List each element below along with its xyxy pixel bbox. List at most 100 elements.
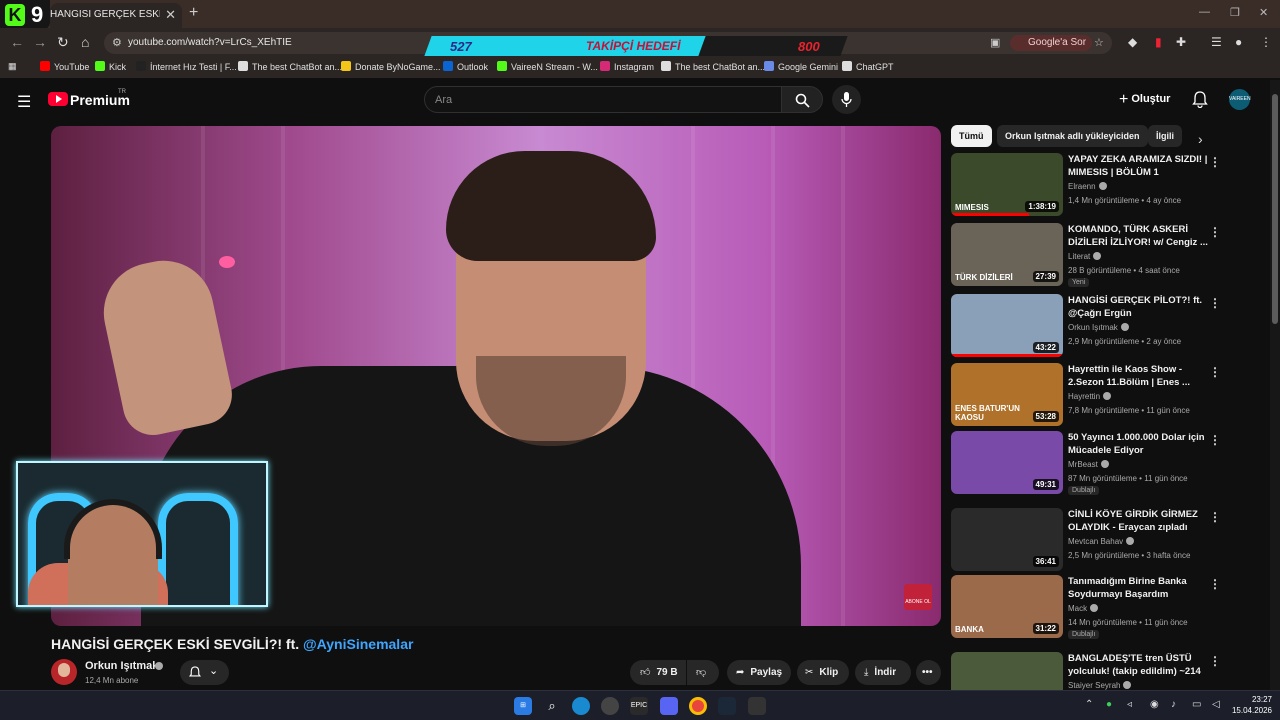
video-thumbnail[interactable]: 43:22: [951, 294, 1063, 357]
recommendation-item[interactable]: MIMESIS 1:38:19 YAPAY ZEKA ARAMIZA SIZDI! …: [951, 153, 1261, 217]
video-thumbnail[interactable]: ENES BATUR'UN KAOSU 53:28: [951, 363, 1063, 426]
menu-icon[interactable]: ☰: [17, 92, 31, 112]
more-vertical-icon[interactable]: ⋮: [1209, 155, 1221, 169]
video-thumbnail[interactable]: 36:41: [951, 508, 1063, 571]
start-icon[interactable]: ⊞: [514, 697, 532, 715]
install-app-icon[interactable]: ▣: [990, 36, 1000, 49]
minimize-icon[interactable]: —: [1199, 6, 1210, 18]
voice-search-button[interactable]: [832, 85, 861, 114]
edge-icon[interactable]: [572, 697, 590, 715]
recommendation-item[interactable]: 43:22 HANGİSİ GERÇEK PİLOT?! ft. @Çağrı E…: [951, 294, 1261, 358]
recommendation-title[interactable]: CİNLİ KÖYE GİRDİK GİRMEZ OLAYDIK - Erayc…: [1068, 508, 1208, 534]
recommendation-title[interactable]: Tanımadığım Birine Banka Soydurmayı Başa…: [1068, 575, 1208, 601]
bookmark-chatbot-1[interactable]: The best ChatBot an...: [238, 61, 342, 72]
channel-name[interactable]: Orkun Işıtmak: [85, 660, 158, 672]
discord-icon[interactable]: [660, 697, 678, 715]
restore-icon[interactable]: ❐: [1230, 6, 1240, 19]
bookmark-chatbot-2[interactable]: The best ChatBot an...: [661, 61, 765, 72]
obs-icon[interactable]: [748, 697, 766, 715]
video-thumbnail[interactable]: MIMESIS 1:38:19: [951, 153, 1063, 216]
recommendation-channel[interactable]: Hayrettin: [1068, 392, 1112, 401]
recommendation-channel[interactable]: Elraenn: [1068, 182, 1107, 191]
account-avatar[interactable]: VAIREEN: [1229, 89, 1251, 110]
extension-icon[interactable]: ◆: [1128, 35, 1137, 49]
subscribe-watermark[interactable]: ABONE OL: [904, 584, 932, 610]
home-icon[interactable]: ⌂: [81, 34, 89, 50]
tray-speaker-icon[interactable]: ◃: [1127, 699, 1132, 710]
chip-uploader[interactable]: Orkun Işıtmak adlı yükleyiciden: [997, 125, 1148, 147]
dislike-button[interactable]: 👎︎: [687, 660, 719, 685]
browser-menu-icon[interactable]: ⋮: [1260, 35, 1272, 49]
bookmark-donate[interactable]: Donate ByNoGame...: [341, 61, 441, 72]
more-vertical-icon[interactable]: ⋮: [1209, 577, 1221, 591]
steam-icon[interactable]: [718, 697, 736, 715]
subscription-notifications-button[interactable]: ⌄: [180, 660, 229, 685]
more-actions-button[interactable]: •••: [916, 660, 941, 685]
bookmark-outlook[interactable]: Outlook: [443, 61, 488, 72]
more-vertical-icon[interactable]: ⋮: [1209, 365, 1221, 379]
bookmark-vaireen[interactable]: VaireeN Stream - W...: [497, 61, 598, 72]
recommendation-channel[interactable]: Staiyer Seyrah: [1068, 681, 1132, 690]
bookmark-youtube[interactable]: YouTube: [40, 61, 89, 72]
extension-red-icon[interactable]: ▮: [1155, 35, 1162, 49]
search-button[interactable]: [781, 86, 823, 113]
mention-link[interactable]: @AyniSinemalar: [303, 636, 413, 652]
recommendation-title[interactable]: 50 Yayıncı 1.000.000 Dolar için Mücadele…: [1068, 431, 1208, 457]
recommendation-channel[interactable]: MrBeast: [1068, 460, 1109, 469]
bookmark-star-icon[interactable]: ☆: [1094, 36, 1104, 49]
tray-network-icon[interactable]: ▭: [1192, 699, 1201, 710]
search-input[interactable]: Ara: [424, 86, 782, 113]
bookmark-speedtest[interactable]: İnternet Hız Testi | F...: [136, 61, 237, 72]
video-thumbnail[interactable]: BANKA 31:22: [951, 575, 1063, 638]
recommendation-channel[interactable]: Mevtcan Bahav: [1068, 537, 1135, 546]
apps-grid-icon[interactable]: ▦: [8, 61, 17, 72]
search-icon[interactable]: ⌕: [543, 697, 561, 715]
chip-all[interactable]: Tümü: [951, 125, 992, 147]
more-vertical-icon[interactable]: ⋮: [1209, 225, 1221, 239]
site-info-icon[interactable]: ⚙: [112, 36, 122, 49]
close-window-icon[interactable]: ✕: [1259, 6, 1268, 19]
chevron-right-icon[interactable]: ›: [1198, 131, 1203, 147]
extensions-puzzle-icon[interactable]: ✚: [1176, 35, 1186, 49]
forward-icon[interactable]: →: [33, 34, 47, 50]
more-vertical-icon[interactable]: ⋮: [1209, 433, 1221, 447]
recommendation-item[interactable]: ENES BATUR'UN KAOSU 53:28 Hayrettin ile Ka…: [951, 363, 1261, 427]
chip-related[interactable]: İlgili: [1148, 125, 1182, 147]
recommendation-title[interactable]: HANGİSİ GERÇEK PİLOT?! ft. @Çağrı Ergün: [1068, 294, 1208, 320]
profile-icon[interactable]: ●: [1235, 35, 1242, 49]
tray-volume-icon[interactable]: ◁: [1212, 699, 1220, 710]
recommendation-channel[interactable]: Literat: [1068, 252, 1102, 261]
chrome-icon[interactable]: [689, 697, 707, 715]
bookmark-chatgpt[interactable]: ChatGPT: [842, 61, 894, 72]
google-sor-button[interactable]: Google'a Sor: [1010, 35, 1093, 51]
bookmark-instagram[interactable]: Instagram: [600, 61, 654, 72]
tray-mic-icon[interactable]: ♪: [1171, 699, 1176, 710]
recommendation-channel[interactable]: Orkun Işıtmak: [1068, 323, 1129, 332]
system-clock[interactable]: 23:27 15.04.2026: [1226, 694, 1272, 716]
video-thumbnail[interactable]: TÜRK DİZİLERİ 27:39: [951, 223, 1063, 286]
recommendation-title[interactable]: Hayrettin ile Kaos Show - 2.Sezon 11.Böl…: [1068, 363, 1208, 389]
reading-list-icon[interactable]: ☰: [1211, 35, 1222, 49]
recommendation-item[interactable]: TÜRK DİZİLERİ 27:39 KOMANDO, TÜRK ASKERİ D…: [951, 223, 1261, 287]
like-button[interactable]: 👍︎ 79 B: [630, 660, 686, 685]
epic-games-icon[interactable]: EPIC: [630, 697, 648, 715]
create-button[interactable]: + Oluştur: [1119, 91, 1170, 109]
download-button[interactable]: ⤓ İndir: [855, 660, 911, 685]
scrollbar-thumb[interactable]: [1272, 94, 1278, 324]
recommendation-item[interactable]: 49:31 50 Yayıncı 1.000.000 Dolar için Müc…: [951, 431, 1261, 495]
more-vertical-icon[interactable]: ⋮: [1209, 296, 1221, 310]
bookmark-gemini[interactable]: Google Gemini: [764, 61, 838, 72]
bookmark-kick[interactable]: Kick: [95, 61, 126, 72]
tray-overflow-icon[interactable]: ⌃: [1085, 699, 1093, 710]
more-vertical-icon[interactable]: ⋮: [1209, 510, 1221, 524]
tray-status-icon[interactable]: ●: [1106, 699, 1112, 710]
recommendation-channel[interactable]: Mack: [1068, 604, 1099, 613]
browser-tab-active[interactable]: HANGİSİ GERÇEK ESKİ SEVGİLİ?! ft. ✕: [50, 3, 182, 28]
back-icon[interactable]: ←: [10, 34, 24, 50]
channel-avatar[interactable]: [51, 659, 77, 685]
tab-close-icon[interactable]: ✕: [165, 7, 176, 23]
tray-steam-icon[interactable]: ◉: [1150, 699, 1159, 710]
recommendation-title[interactable]: BANGLADEŞ'TE tren ÜSTÜ yolculuk! (takip …: [1068, 652, 1208, 678]
app-icon[interactable]: [601, 697, 619, 715]
reload-icon[interactable]: ↻: [57, 34, 69, 51]
